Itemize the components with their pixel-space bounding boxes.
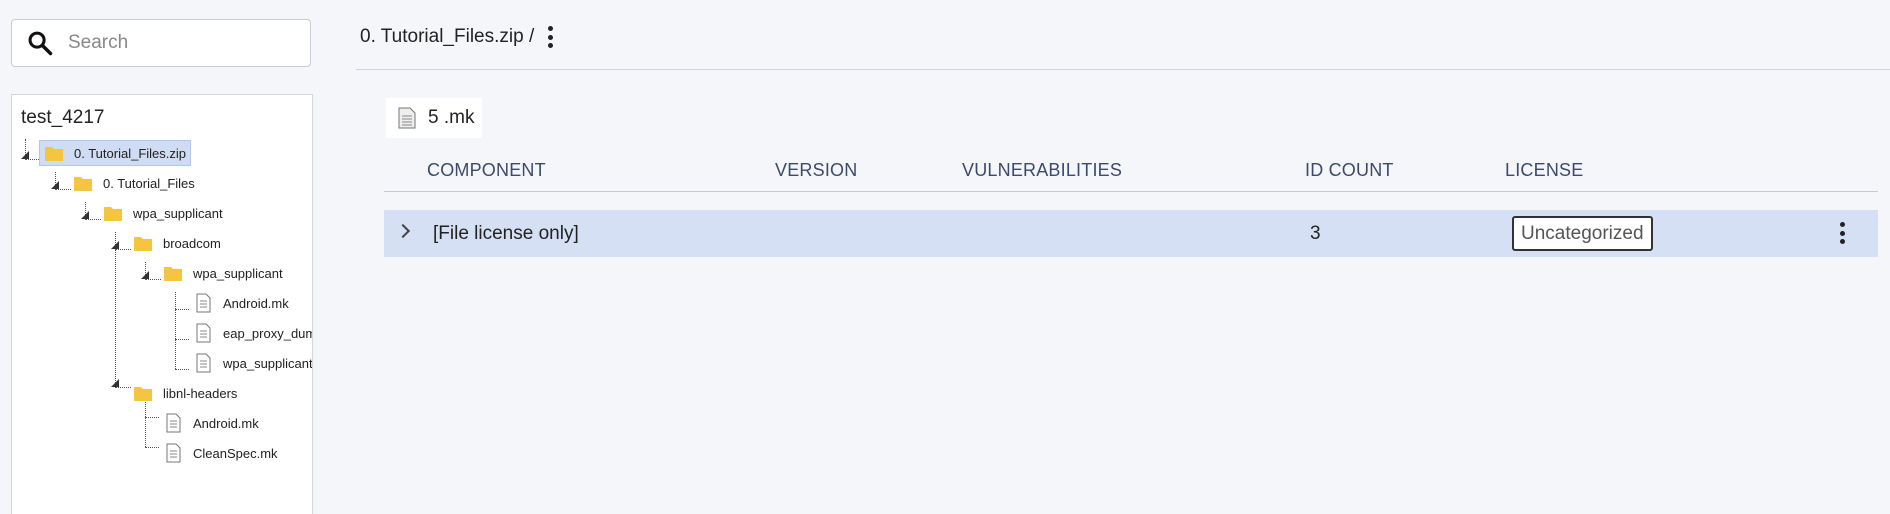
tree-item-wpa-supplicant-file[interactable]: wpa_supplicant_ [189,350,313,376]
tree-item-wpa-supplicant-sub[interactable]: wpa_supplicant [159,260,283,286]
tree-connector [175,369,189,370]
breadcrumb-path[interactable]: 0. Tutorial_Files.zip / [360,26,534,48]
expand-chevron-icon[interactable] [395,223,411,239]
license-badge[interactable]: Uncategorized [1512,216,1653,251]
tree-connector [115,232,116,387]
tree-item-android-mk[interactable]: Android.mk [189,290,289,316]
file-icon [196,323,211,343]
tree-connector [145,400,146,447]
tree-item-libnl-headers[interactable]: libnl-headers [129,380,237,406]
folder-icon [164,267,182,281]
more-vert-icon[interactable] [548,26,554,48]
folder-icon [134,237,152,251]
file-icon [196,353,211,373]
tree-item-label: wpa_supplicant_ [223,355,313,371]
collapse-toggle-icon[interactable] [51,181,59,189]
tree-item-label: wpa_supplicant [133,205,223,221]
tree-connector [175,292,176,369]
column-header-id-count[interactable]: ID COUNT [1305,160,1394,181]
column-header-version[interactable]: VERSION [775,160,857,181]
search-input[interactable] [66,31,300,55]
folder-icon [45,147,63,161]
collapse-toggle-icon[interactable] [81,211,89,219]
tree-item-tutorial-files[interactable]: 0. Tutorial_Files [69,170,195,196]
search-field[interactable] [11,19,311,67]
folder-icon [134,387,152,401]
column-header-component[interactable]: COMPONENT [427,160,546,181]
tree-item-label: CleanSpec.mk [193,445,278,461]
tree-item-label: wpa_supplicant [193,265,283,281]
column-header-license[interactable]: LICENSE [1505,160,1583,181]
tree-connector [175,309,189,310]
tree-root-title: test_4217 [21,107,105,128]
file-chip-label: 5 .mk [428,107,475,128]
tree-item-label: libnl-headers [163,385,238,401]
breadcrumb: 0. Tutorial_Files.zip / [360,26,554,48]
collapse-toggle-icon[interactable] [21,151,29,159]
file-icon [398,107,416,129]
tree-item-label: 0. Tutorial_Files [103,175,195,191]
tree-item-broadcom[interactable]: broadcom [129,230,221,256]
tree-item-label: 0. Tutorial_Files.zip [74,145,186,161]
file-icon [166,443,181,463]
file-type-chip[interactable]: 5 .mk [386,98,483,138]
tree-item-eap-proxy[interactable]: eap_proxy_dumm [189,320,312,346]
header-divider [356,69,1890,70]
tree-item-tutorial-zip[interactable]: 0. Tutorial_Files.zip [39,140,191,166]
license-label: Uncategorized [1521,222,1644,244]
component-cell: [File license only] [433,223,579,244]
search-icon [28,31,53,56]
tree-item-wpa-supplicant[interactable]: wpa_supplicant [99,200,223,226]
row-more-vert-icon[interactable] [1840,222,1846,244]
collapse-toggle-icon[interactable] [141,271,149,279]
id-count-cell: 3 [1310,223,1321,244]
file-icon [196,293,211,313]
tree-connector [145,447,159,448]
tree-item-android-mk-2[interactable]: Android.mk [159,410,259,436]
collapse-toggle-icon[interactable] [111,241,119,249]
tree-item-label: Android.mk [223,295,289,311]
collapse-toggle-icon[interactable] [111,379,119,387]
tree-item-cleanspec-mk[interactable]: CleanSpec.mk [159,440,278,466]
tree-item-label: Android.mk [193,415,259,431]
file-tree-panel: test_4217 0. Tutorial_Files.zip 0. Tutor… [11,94,313,514]
column-header-vulnerabilities[interactable]: VULNERABILITIES [962,160,1122,181]
folder-icon [74,177,92,191]
file-icon [166,413,181,433]
tree-connector [175,339,189,340]
tree-item-label: eap_proxy_dumm [223,325,312,341]
tree-item-label: broadcom [163,235,221,251]
folder-icon [104,207,122,221]
table-row[interactable]: [File license only] 3 Uncategorized [384,210,1878,257]
table-header: COMPONENT VERSION VULNERABILITIES ID COU… [384,150,1878,192]
tree-connector [145,417,159,418]
